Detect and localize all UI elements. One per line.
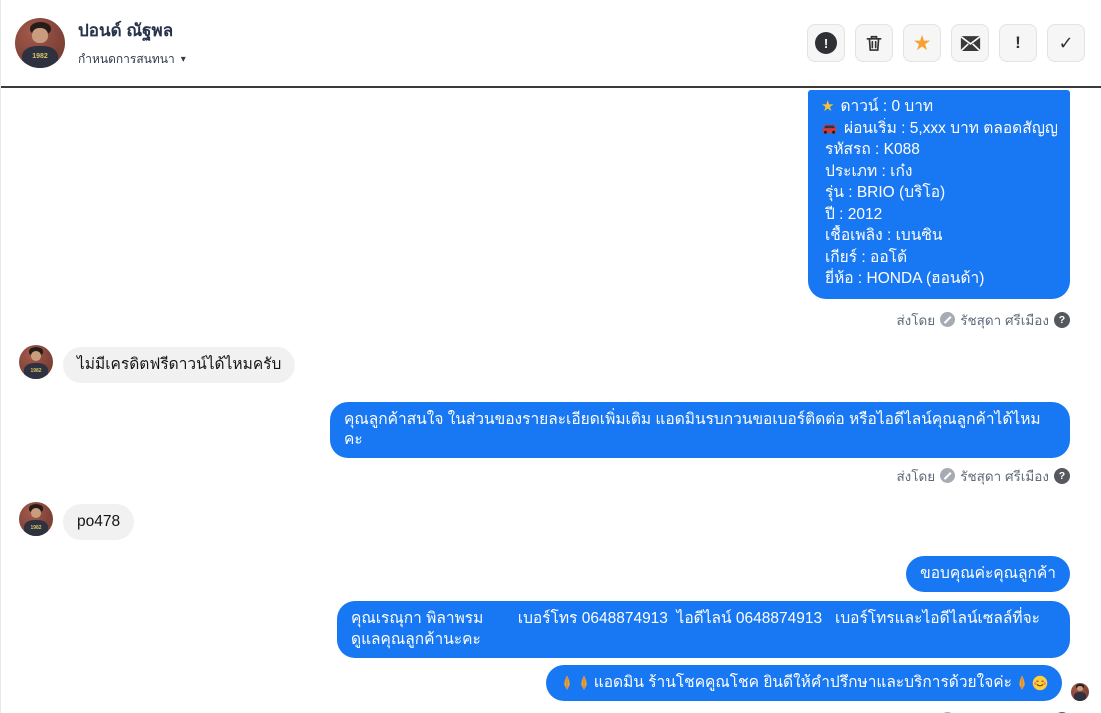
avatar-shirt-text: 1982 [30, 525, 42, 532]
message-row: ขอบคุณค่ะคุณลูกค้า [19, 555, 1070, 592]
customer-avatar[interactable]: 1982 [19, 344, 53, 379]
schedule-dropdown-label: กำหนดการสนทนา [78, 52, 175, 66]
report-circle-icon: ! [815, 32, 837, 54]
car-card-text: ยี่ห้อ : HONDA (ฮอนด้า) [825, 270, 985, 287]
car-icon [821, 122, 838, 134]
avatar-shirt-text: 1982 [30, 368, 42, 375]
header-actions: ! ★ ! ✓ [797, 24, 1085, 62]
trash-icon [864, 33, 884, 53]
envelope-icon [960, 35, 981, 52]
message-row: ★ ดาวน์ : 0 บาท ผ่อนเริ่ม : 5,xxx บาท ตล… [19, 90, 1070, 299]
admin-closing-bubble: แอดมิน ร้านโชคคูณโชค ยินดีให้คำปรึกษาและ… [545, 664, 1062, 701]
sender-agent-name: รัชสุดา ศรีเมือง [960, 468, 1049, 484]
chevron-down-icon: ▾ [180, 54, 186, 65]
mark-important-button[interactable]: ! [999, 24, 1037, 62]
exclamation-icon: ! [1015, 33, 1021, 52]
sender-agent-name: รัชสุดา ศรีเมือง [960, 709, 1049, 713]
car-card-text: ดาวน์ : 0 บาท [840, 98, 934, 115]
customer-avatar[interactable]: 1982 [15, 18, 65, 68]
star-icon: ★ [821, 98, 835, 115]
help-icon[interactable]: ? [1054, 467, 1070, 484]
message-row: 1982 ไม่มีเครดิตฟรีดาวน์ได้ไหมครับ [19, 344, 1070, 383]
sender-badge-icon [940, 312, 956, 327]
delete-button[interactable] [855, 24, 893, 62]
admin-message-bubble: ขอบคุณค่ะคุณลูกค้า [906, 555, 1070, 592]
customer-message-bubble: po478 [63, 503, 135, 540]
car-card-text: รุ่น : BRIO (บริโอ) [825, 184, 946, 201]
car-card-text: เกียร์ : ออโต้ [825, 248, 908, 266]
sender-agent-name: รัชสุดา ศรีเมือง [960, 312, 1049, 328]
conversation-header: 1982 ปอนด์ ณัฐพล กำหนดการสนทนา ▾ ! ★ ! ✓ [1, 0, 1101, 88]
conversation-pane: ★ ดาวน์ : 0 บาท ผ่อนเริ่ม : 5,xxx บาท ตล… [1, 90, 1101, 713]
smiling-face-with-hearts-icon [1032, 675, 1048, 691]
mark-done-button[interactable]: ✓ [1047, 24, 1085, 62]
avatar-shirt [1073, 692, 1087, 701]
praying-hands-icon [560, 675, 574, 691]
customer-name: ปอนด์ ณัฐพล [78, 21, 174, 40]
sent-by-label: ส่งโดย [896, 709, 935, 713]
sender-badge-icon [940, 468, 956, 483]
customer-message-bubble: ไม่มีเครดิตฟรีดาวน์ได้ไหมครับ [63, 346, 296, 383]
praying-hands-icon [1015, 675, 1029, 691]
car-card-text: ประเภท : เก๋ง [825, 162, 913, 180]
check-icon: ✓ [1058, 32, 1074, 53]
schedule-dropdown[interactable]: กำหนดการสนทนา ▾ [78, 50, 186, 69]
car-card-line: ผ่อนเริ่ม : 5,xxx บาท ตลอดสัญญา [821, 118, 1057, 140]
sent-by-line: ส่งโดย รัชสุดา ศรีเมือง ? [19, 709, 1070, 713]
avatar-face [30, 508, 42, 519]
seen-indicator-avatar [1071, 682, 1089, 701]
mail-button[interactable] [951, 24, 989, 62]
customer-avatar[interactable]: 1982 [19, 501, 53, 536]
star-button[interactable]: ★ [903, 24, 941, 62]
message-row: คุณลูกค้าสนใจ ในส่วนของรายละเอียดเพิ่มเต… [19, 401, 1070, 458]
report-spam-button[interactable]: ! [807, 24, 845, 62]
car-detail-bubble: ★ ดาวน์ : 0 บาท ผ่อนเริ่ม : 5,xxx บาท ตล… [808, 90, 1070, 299]
message-row: แอดมิน ร้านโชคคูณโชค ยินดีให้คำปรึกษาและ… [19, 664, 1089, 701]
car-card-text: ผ่อนเริ่ม : 5,xxx บาท ตลอดสัญญา [844, 119, 1057, 137]
admin-message-bubble: คุณเรณุกา พิลาพรม เบอร์โทร 0648874913 ไอ… [337, 600, 1070, 658]
message-row: คุณเรณุกา พิลาพรม เบอร์โทร 0648874913 ไอ… [19, 600, 1070, 658]
message-row: 1982 po478 [19, 501, 1070, 540]
sent-by-label: ส่งโดย [896, 468, 936, 484]
car-card-text: ปี : 2012 [825, 205, 883, 223]
avatar-shirt-text: 1982 [32, 53, 48, 60]
car-card-text: รหัสรถ : K088 [825, 141, 920, 158]
car-card-text: เชื้อเพลิง : เบนซิน [825, 227, 943, 244]
praying-hands-icon [577, 675, 591, 691]
help-icon[interactable]: ? [1054, 311, 1070, 328]
car-card-line: ★ ดาวน์ : 0 บาท [821, 96, 1057, 118]
admin-message-bubble: คุณลูกค้าสนใจ ในส่วนของรายละเอียดเพิ่มเต… [330, 401, 1070, 458]
chat-window: 1982 ปอนด์ ณัฐพล กำหนดการสนทนา ▾ ! ★ ! ✓… [0, 0, 1101, 713]
sent-by-line: ส่งโดย รัชสุดา ศรีเมือง ? [19, 465, 1070, 487]
avatar-face [1077, 686, 1083, 692]
customer-info: ปอนด์ ณัฐพล กำหนดการสนทนา ▾ [78, 17, 186, 69]
star-icon: ★ [912, 31, 932, 55]
avatar-face [32, 28, 48, 43]
admin-closing-text: แอดมิน ร้านโชคคูณโชค ยินดีให้คำปรึกษาและ… [593, 673, 1012, 691]
sent-by-line: ส่งโดย รัชสุดา ศรีเมือง ? [19, 309, 1070, 331]
sent-by-label: ส่งโดย [896, 312, 936, 328]
avatar-face [30, 351, 42, 362]
